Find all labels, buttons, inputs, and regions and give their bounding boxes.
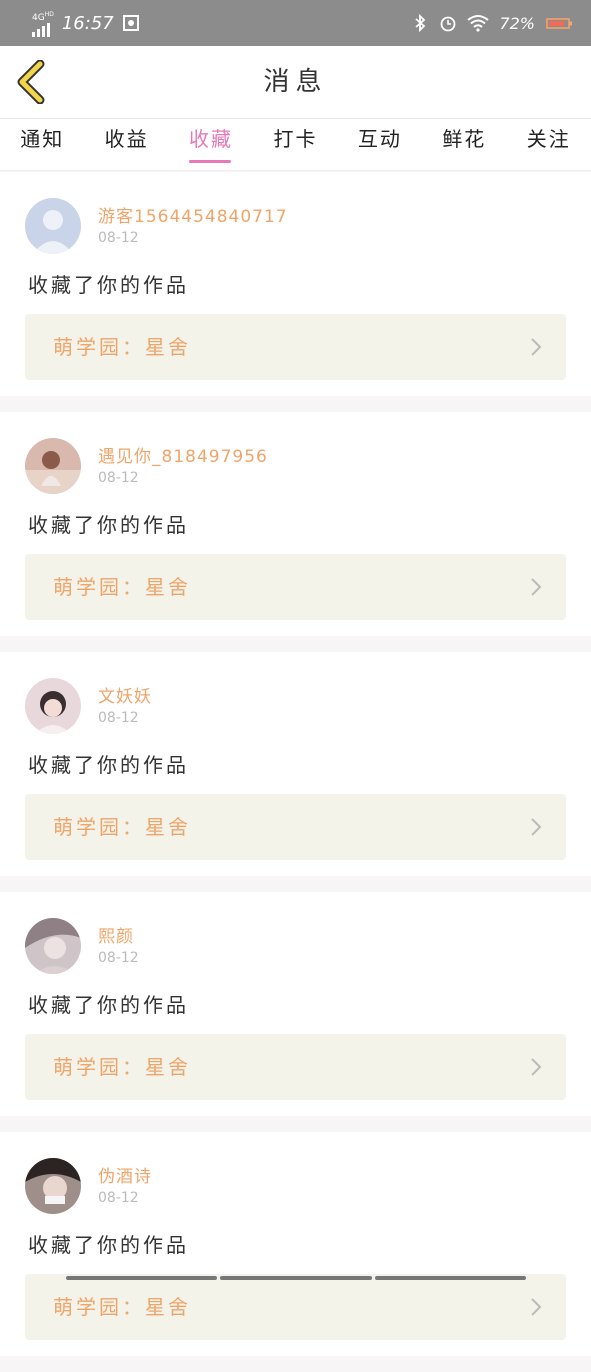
user-name[interactable]: 伪酒诗 bbox=[98, 1162, 152, 1187]
message-date: 08-12 bbox=[98, 470, 139, 486]
tab-follow[interactable]: 关注 bbox=[523, 119, 575, 171]
bluetooth-icon bbox=[415, 14, 426, 32]
avatar[interactable] bbox=[25, 438, 81, 494]
tab-flowers[interactable]: 鲜花 bbox=[438, 119, 490, 171]
alarm-icon bbox=[441, 16, 456, 32]
message-list: 游客1564454840717 08-12 收藏了你的作品 萌学园：星舍 遇见你… bbox=[0, 172, 591, 1372]
chevron-right-icon bbox=[531, 1298, 542, 1316]
tab-favorites[interactable]: 收藏 bbox=[185, 119, 237, 171]
message-text: 收藏了你的作品 bbox=[28, 753, 189, 777]
status-time: 16:57 bbox=[61, 12, 114, 34]
work-title: 萌学园：星舍 bbox=[53, 1295, 191, 1319]
chevron-right-icon bbox=[531, 578, 542, 596]
avatar[interactable] bbox=[25, 918, 81, 974]
cellular-signal-icon: 4GHD bbox=[32, 10, 54, 37]
avatar[interactable] bbox=[25, 678, 81, 734]
list-item: 伪酒诗 08-12 收藏了你的作品 萌学园：星舍 bbox=[0, 1132, 591, 1356]
work-link[interactable]: 萌学园：星舍 bbox=[25, 1034, 566, 1100]
list-item: 游客1564454840717 08-12 收藏了你的作品 萌学园：星舍 bbox=[0, 172, 591, 396]
tab-checkin[interactable]: 打卡 bbox=[269, 119, 321, 171]
system-nav-bar bbox=[66, 1276, 526, 1280]
list-item: 遇见你_818497956 08-12 收藏了你的作品 萌学园：星舍 bbox=[0, 412, 591, 636]
chevron-right-icon bbox=[531, 1058, 542, 1076]
battery-icon bbox=[546, 18, 572, 29]
screenshot-icon bbox=[122, 15, 139, 31]
work-title: 萌学园：星舍 bbox=[53, 1055, 191, 1079]
user-name[interactable]: 文妖妖 bbox=[98, 682, 152, 707]
tab-bar: 通知 收益 收藏 打卡 互动 鲜花 关注 bbox=[0, 119, 591, 171]
work-title: 萌学园：星舍 bbox=[53, 575, 191, 599]
work-title: 萌学园：星舍 bbox=[53, 335, 191, 359]
nav-segment[interactable] bbox=[374, 1276, 526, 1280]
message-text: 收藏了你的作品 bbox=[28, 513, 189, 537]
message-date: 08-12 bbox=[98, 230, 139, 246]
battery-percent: 72% bbox=[499, 13, 535, 33]
page-title: 消息 bbox=[263, 67, 328, 97]
work-link[interactable]: 萌学园：星舍 bbox=[25, 794, 566, 860]
message-text: 收藏了你的作品 bbox=[28, 273, 189, 297]
network-hd: HD bbox=[44, 10, 54, 18]
message-text: 收藏了你的作品 bbox=[28, 993, 189, 1017]
message-date: 08-12 bbox=[98, 950, 139, 966]
wifi-icon bbox=[467, 15, 490, 32]
message-text: 收藏了你的作品 bbox=[28, 1233, 189, 1257]
chevron-right-icon bbox=[531, 338, 542, 356]
work-link[interactable]: 萌学园：星舍 bbox=[25, 1274, 566, 1340]
user-name[interactable]: 游客1564454840717 bbox=[98, 202, 288, 227]
status-bar: 4GHD 16:57 72% bbox=[0, 0, 591, 46]
header: 消息 bbox=[0, 46, 591, 119]
avatar[interactable] bbox=[25, 198, 81, 254]
avatar[interactable] bbox=[25, 1158, 81, 1214]
network-type: 4G bbox=[32, 12, 45, 23]
nav-segment[interactable] bbox=[220, 1276, 372, 1280]
work-title: 萌学园：星舍 bbox=[53, 815, 191, 839]
work-link[interactable]: 萌学园：星舍 bbox=[25, 314, 566, 380]
message-date: 08-12 bbox=[98, 710, 139, 726]
message-date: 08-12 bbox=[98, 1190, 139, 1206]
user-name[interactable]: 遇见你_818497956 bbox=[98, 442, 268, 467]
nav-segment[interactable] bbox=[66, 1276, 218, 1280]
work-link[interactable]: 萌学园：星舍 bbox=[25, 554, 566, 620]
tab-interaction[interactable]: 互动 bbox=[354, 119, 406, 171]
user-name[interactable]: 熙颜 bbox=[98, 922, 134, 947]
list-item: 文妖妖 08-12 收藏了你的作品 萌学园：星舍 bbox=[0, 652, 591, 876]
list-item: 熙颜 08-12 收藏了你的作品 萌学园：星舍 bbox=[0, 892, 591, 1116]
tab-notifications[interactable]: 通知 bbox=[16, 119, 68, 171]
chevron-right-icon bbox=[531, 818, 542, 836]
tab-earnings[interactable]: 收益 bbox=[101, 119, 153, 171]
